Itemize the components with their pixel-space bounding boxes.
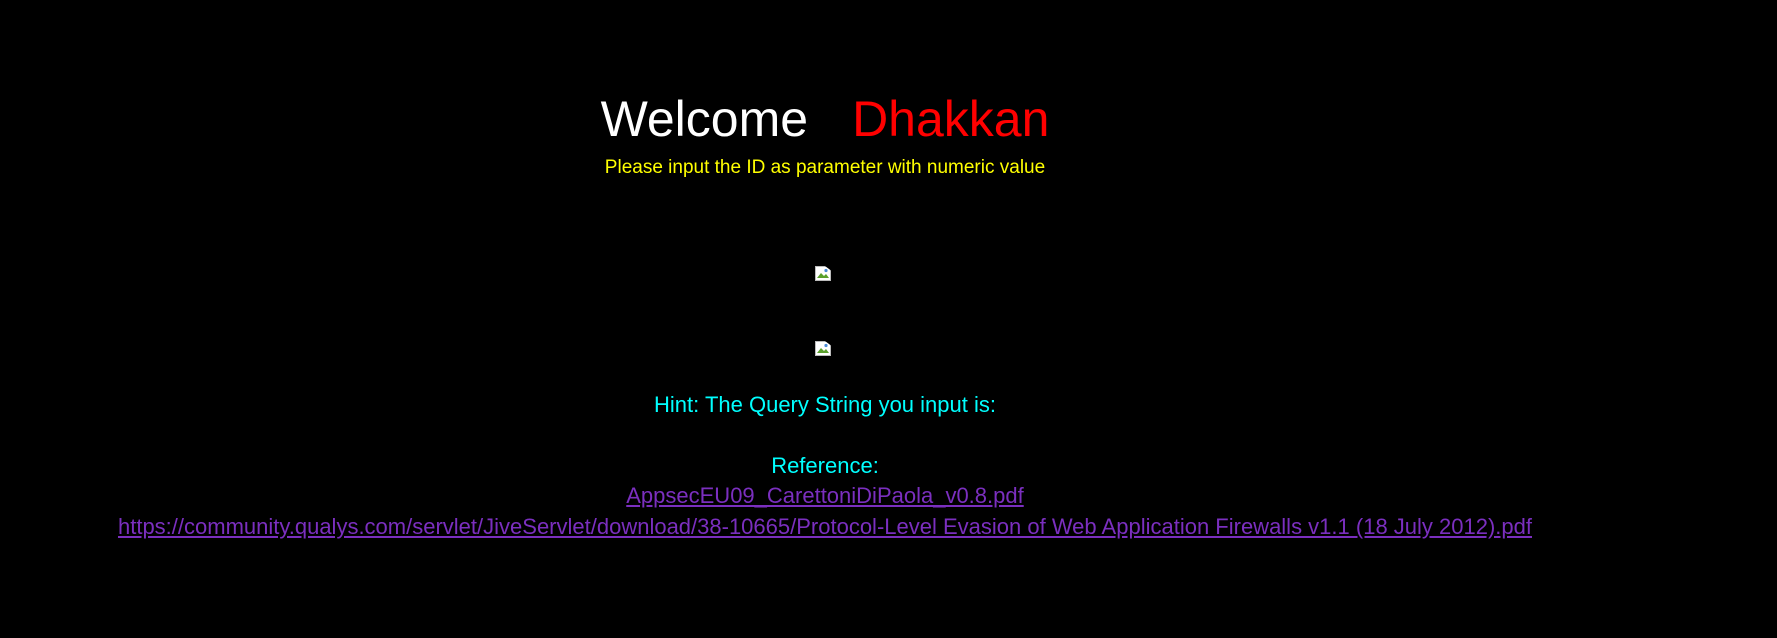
broken-image-icon xyxy=(815,341,833,357)
reference-link-qualys[interactable]: https://community.qualys.com/servlet/Jiv… xyxy=(118,514,1532,539)
query-string-hint: Hint: The Query String you input is: xyxy=(654,392,996,417)
broken-image-icon xyxy=(815,266,833,282)
welcome-text: Welcome xyxy=(600,91,809,147)
user-name: Dhakkan xyxy=(852,91,1050,147)
reference-label: Reference: xyxy=(771,453,879,478)
welcome-heading: Welcome Dhakkan xyxy=(0,88,1650,150)
reference-link-row: AppsecEU09_CarettoniDiPaola_v0.8.pdf xyxy=(0,481,1650,511)
page: Welcome Dhakkan Please input the ID as pa… xyxy=(0,0,1777,638)
reference-link-appsec[interactable]: AppsecEU09_CarettoniDiPaola_v0.8.pdf xyxy=(626,483,1023,508)
instruction-text: Please input the ID as parameter with nu… xyxy=(604,157,1046,178)
reference-link-row: https://community.qualys.com/servlet/Jiv… xyxy=(0,512,1650,542)
